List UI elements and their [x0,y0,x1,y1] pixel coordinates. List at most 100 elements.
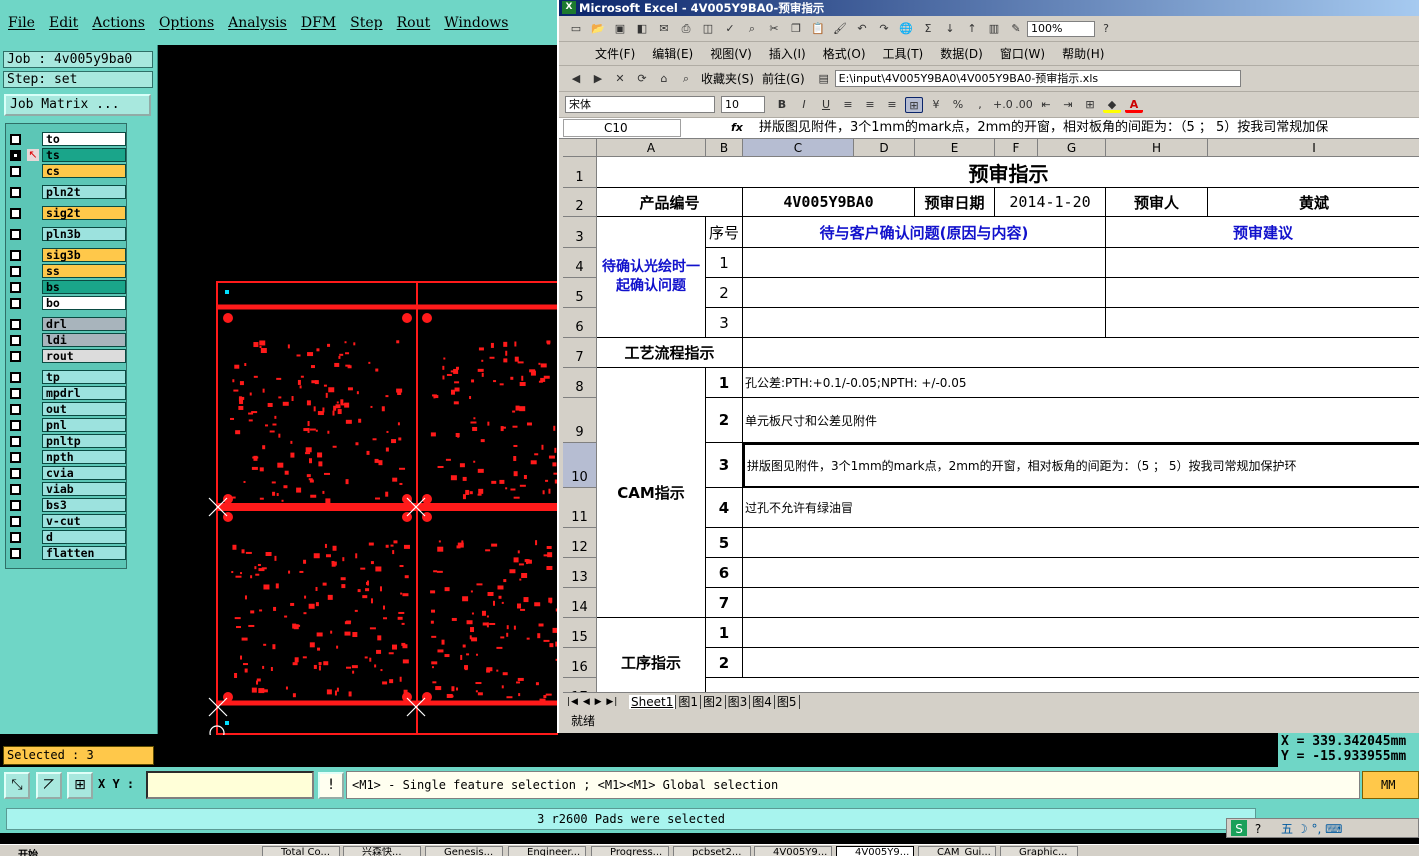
column-header-B[interactable]: B [706,139,743,157]
layer-name[interactable]: rout [42,349,126,363]
row-header-16[interactable]: 16 [563,648,597,678]
row-header-7[interactable]: 7 [563,338,597,368]
cell-reviewer-label[interactable]: 预审人 [1106,188,1208,217]
start-button[interactable]: 开始 [18,846,38,856]
cell-flow-content[interactable] [743,338,1419,368]
stop-icon[interactable]: ✕ [611,71,629,87]
row-header-13[interactable]: 13 [563,558,597,588]
layer-checkbox[interactable] [10,420,21,431]
layer-checkbox[interactable] [10,335,21,346]
xl-menu-edit[interactable]: 编辑(E) [652,45,693,62]
layer-checkbox[interactable] [10,150,21,161]
layer-checkbox[interactable] [10,468,21,479]
cell-cam-item[interactable] [743,558,1419,588]
units-button[interactable]: MM [1362,771,1419,799]
layer-row-bs3[interactable]: bs3 [8,498,126,513]
layer-row-mpdrl[interactable]: mpdrl [8,386,126,401]
layer-checkbox[interactable] [10,282,21,293]
xl-menu-help[interactable]: 帮助(H) [1062,45,1104,62]
sheet-tab-3[interactable]: 图2 [700,695,726,709]
align-left-icon[interactable]: ≡ [839,97,857,113]
column-header-H[interactable]: H [1106,139,1208,157]
column-header-I[interactable]: I [1208,139,1419,157]
measure-icon[interactable]: ⦢ [36,772,62,799]
layer-row-tp[interactable]: tp [8,370,126,385]
cell-cam-item[interactable]: 单元板尺寸和公差见附件 [743,398,1419,443]
layer-checkbox[interactable] [10,372,21,383]
column-header-D[interactable]: D [854,139,915,157]
cell-process-label[interactable]: 工序指示 [597,618,706,692]
layer-row-npth[interactable]: npth [8,450,126,465]
cell-cam-item[interactable]: 过孔不允许有绿油冒 [743,488,1419,528]
layer-name[interactable]: bo [42,296,126,310]
italic-icon[interactable]: I [795,97,813,113]
menu-actions[interactable]: Actions [92,15,145,31]
font-color-icon[interactable]: A [1125,97,1143,113]
taskbar-item[interactable]: Progress... [591,846,669,856]
row-header-14[interactable]: 14 [563,588,597,618]
layer-checkbox[interactable] [10,484,21,495]
menu-dfm[interactable]: DFM [301,15,336,31]
ime-s-icon[interactable]: S [1231,820,1247,836]
row-header-4[interactable]: 4 [563,248,597,278]
taskbar-item[interactable]: Graphic... [1000,846,1078,856]
autosum-icon[interactable]: Σ [919,21,937,37]
menu-step[interactable]: Step [350,15,382,31]
job-matrix-button[interactable]: Job Matrix ... [4,94,151,116]
copy-icon[interactable]: ❐ [787,21,805,37]
drawing-icon[interactable]: ✎ [1007,21,1025,37]
layer-row-ts[interactable]: ↖ ts [8,148,126,163]
layer-row-ldi[interactable]: ldi [8,333,126,348]
cell-cam-num[interactable]: 4 [706,488,743,528]
inc-decimal-icon[interactable]: +.0 [993,97,1013,113]
layer-row-pln2t[interactable]: pln2t [8,185,126,200]
cell-confirm-num[interactable]: 2 [706,278,743,308]
layer-name[interactable]: cvia [42,466,126,480]
xl-menu-insert[interactable]: 插入(I) [769,45,806,62]
taskbar-item[interactable]: Total Co... [262,846,340,856]
menu-analysis[interactable]: Analysis [228,15,287,31]
xl-menu-format[interactable]: 格式(O) [823,45,866,62]
layer-row-pnl[interactable]: pnl [8,418,126,433]
hyperlink-icon[interactable]: 🌐 [897,21,915,37]
xy-input[interactable] [146,771,314,799]
cell-cam-num[interactable]: 2 [706,398,743,443]
layer-checkbox[interactable] [10,266,21,277]
open-icon[interactable]: 📂 [589,21,607,37]
layer-row-d[interactable]: d [8,530,126,545]
sheet-tab-2[interactable]: 图1 [676,695,701,709]
fill-color-icon[interactable]: ◆ [1103,97,1121,113]
cell-cam-item[interactable]: 拼版图见附件，3个1mm的mark点，2mm的开窗，相对板角的间距为：（5 ； … [743,443,1419,488]
layer-name[interactable]: sig3b [42,248,126,262]
sheet-tab-5[interactable]: 图4 [750,695,775,709]
layer-checkbox[interactable] [10,516,21,527]
merge-center-icon[interactable]: ⊞ [905,96,923,113]
menu-options[interactable]: Options [159,15,214,31]
layer-row-out[interactable]: out [8,402,126,417]
home-icon[interactable]: ⌂ [655,71,673,87]
chart-wizard-icon[interactable]: ▥ [985,21,1003,37]
row-header-1[interactable]: 1 [563,157,597,188]
dec-decimal-icon[interactable]: .00 [1015,97,1033,113]
layer-name[interactable]: sig2t [42,206,126,220]
zoom-area-icon[interactable]: ⤡ [4,772,30,799]
bold-icon[interactable]: B [773,97,791,113]
layer-checkbox[interactable] [10,250,21,261]
layer-checkbox[interactable] [10,388,21,399]
row-header-3[interactable]: 3 [563,217,597,248]
column-header-A[interactable]: A [597,139,706,157]
column-header-F[interactable]: F [995,139,1038,157]
layer-checkbox[interactable] [10,319,21,330]
cell-reviewer[interactable]: 黄斌 [1208,188,1419,217]
xl-menu-tools[interactable]: 工具(T) [883,45,924,62]
layer-name[interactable]: pln2t [42,185,126,199]
worksheet-grid[interactable]: ABCDEFGHI1234567891011121314151617预审指示产品… [563,139,1419,692]
ime-toolbar[interactable]: S ? 五 ☽ °, ⌨ [1226,818,1419,838]
layer-checkbox[interactable] [10,208,21,219]
underline-icon[interactable]: U [817,97,835,113]
layer-row-sig2t[interactable]: sig2t [8,206,126,221]
zoom-select[interactable]: 100% [1027,20,1095,37]
cell-process-item[interactable] [743,618,1419,648]
layer-checkbox[interactable] [10,452,21,463]
layer-checkbox[interactable] [10,298,21,309]
